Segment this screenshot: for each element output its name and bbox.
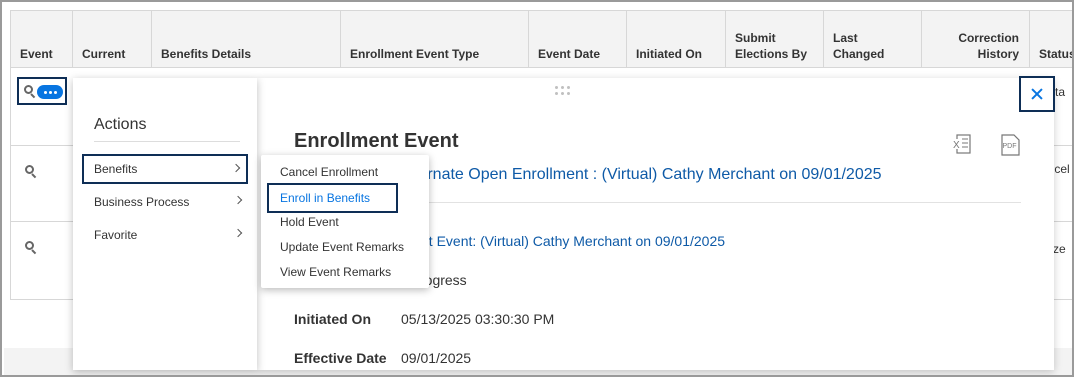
column-header-initiated-on[interactable]: Initiated On	[627, 11, 726, 68]
column-header-label: Last Changed	[833, 31, 885, 61]
column-header-status[interactable]: Status	[1030, 11, 1074, 68]
column-header-label: Initiated On	[636, 47, 702, 61]
initiated-on-value: 05/13/2025 03:30:30 PM	[401, 311, 555, 327]
related-actions-button[interactable]	[37, 85, 63, 99]
chevron-right-icon	[233, 195, 243, 205]
chevron-right-icon	[231, 163, 241, 173]
column-header-label: Correction History	[958, 31, 1019, 61]
benefit-event-link[interactable]: efit Event: (Virtual) Cathy Merchant on …	[414, 233, 725, 249]
actions-menu: Actions Benefits Business Process Favori…	[73, 78, 257, 370]
submenu-item-update-event-remarks[interactable]: Update Event Remarks	[261, 234, 429, 259]
column-header-label: Event Date	[538, 47, 601, 61]
column-header-event[interactable]: Event	[11, 11, 73, 68]
row-actions-cell[interactable]	[17, 77, 67, 105]
column-header-benefits-details[interactable]: Benefits Details	[152, 11, 341, 68]
export-excel-icon[interactable]: X	[951, 134, 971, 154]
search-icon[interactable]	[25, 241, 37, 255]
effective-date-label: Effective Date	[294, 350, 387, 366]
submenu-item-cancel-enrollment[interactable]: Cancel Enrollment	[261, 159, 429, 184]
excel-icon-label: X	[953, 140, 960, 151]
export-pdf-icon[interactable]: PDF	[1000, 134, 1020, 156]
column-header-event-date[interactable]: Event Date	[529, 11, 627, 68]
column-header-submit-elections-by[interactable]: Submit Elections By	[726, 11, 824, 68]
pdf-icon-label: PDF	[1003, 143, 1017, 150]
menu-item-favorite[interactable]: Favorite	[82, 221, 248, 249]
divider	[94, 141, 240, 142]
close-button[interactable]	[1019, 76, 1055, 112]
column-header-label: Current	[82, 47, 126, 61]
enrollment-event-link[interactable]: ternate Open Enrollment : (Virtual) Cath…	[414, 166, 882, 184]
column-header-label: Submit Elections By	[735, 31, 808, 61]
chevron-right-icon	[233, 228, 243, 238]
submenu-item-hold-event[interactable]: Hold Event	[261, 209, 429, 234]
search-icon[interactable]	[24, 85, 36, 99]
menu-item-business-process[interactable]: Business Process	[82, 188, 248, 216]
menu-item-label: Benefits	[94, 162, 138, 176]
column-header-label: Event	[20, 47, 53, 61]
column-header-current[interactable]: Current	[73, 11, 152, 68]
search-icon[interactable]	[25, 165, 37, 179]
column-header-last-changed[interactable]: Last Changed	[824, 11, 922, 68]
drag-handle-icon[interactable]	[555, 86, 571, 96]
column-header-label: Benefits Details	[161, 47, 252, 61]
submenu-item-view-event-remarks[interactable]: View Event Remarks	[261, 259, 429, 284]
panel-title: Enrollment Event	[294, 130, 459, 152]
column-header-correction-history[interactable]: Correction History	[922, 11, 1030, 68]
actions-title: Actions	[94, 116, 147, 133]
column-header-label: Status	[1039, 47, 1074, 61]
window-frame: Event Current Benefits Details Enrollmen…	[0, 0, 1074, 377]
table-header: Event Current Benefits Details Enrollmen…	[11, 11, 1074, 68]
menu-item-benefits[interactable]: Benefits	[82, 154, 248, 184]
menu-item-label: Favorite	[94, 228, 138, 242]
benefits-submenu: Cancel Enrollment Enroll in Benefits Hol…	[261, 155, 429, 288]
column-header-enrollment-event-type[interactable]: Enrollment Event Type	[341, 11, 529, 68]
column-header-label: Enrollment Event Type	[350, 47, 480, 61]
effective-date-value: 09/01/2025	[401, 350, 472, 366]
menu-item-label: Business Process	[94, 195, 190, 209]
initiated-on-label: Initiated On	[294, 311, 371, 327]
